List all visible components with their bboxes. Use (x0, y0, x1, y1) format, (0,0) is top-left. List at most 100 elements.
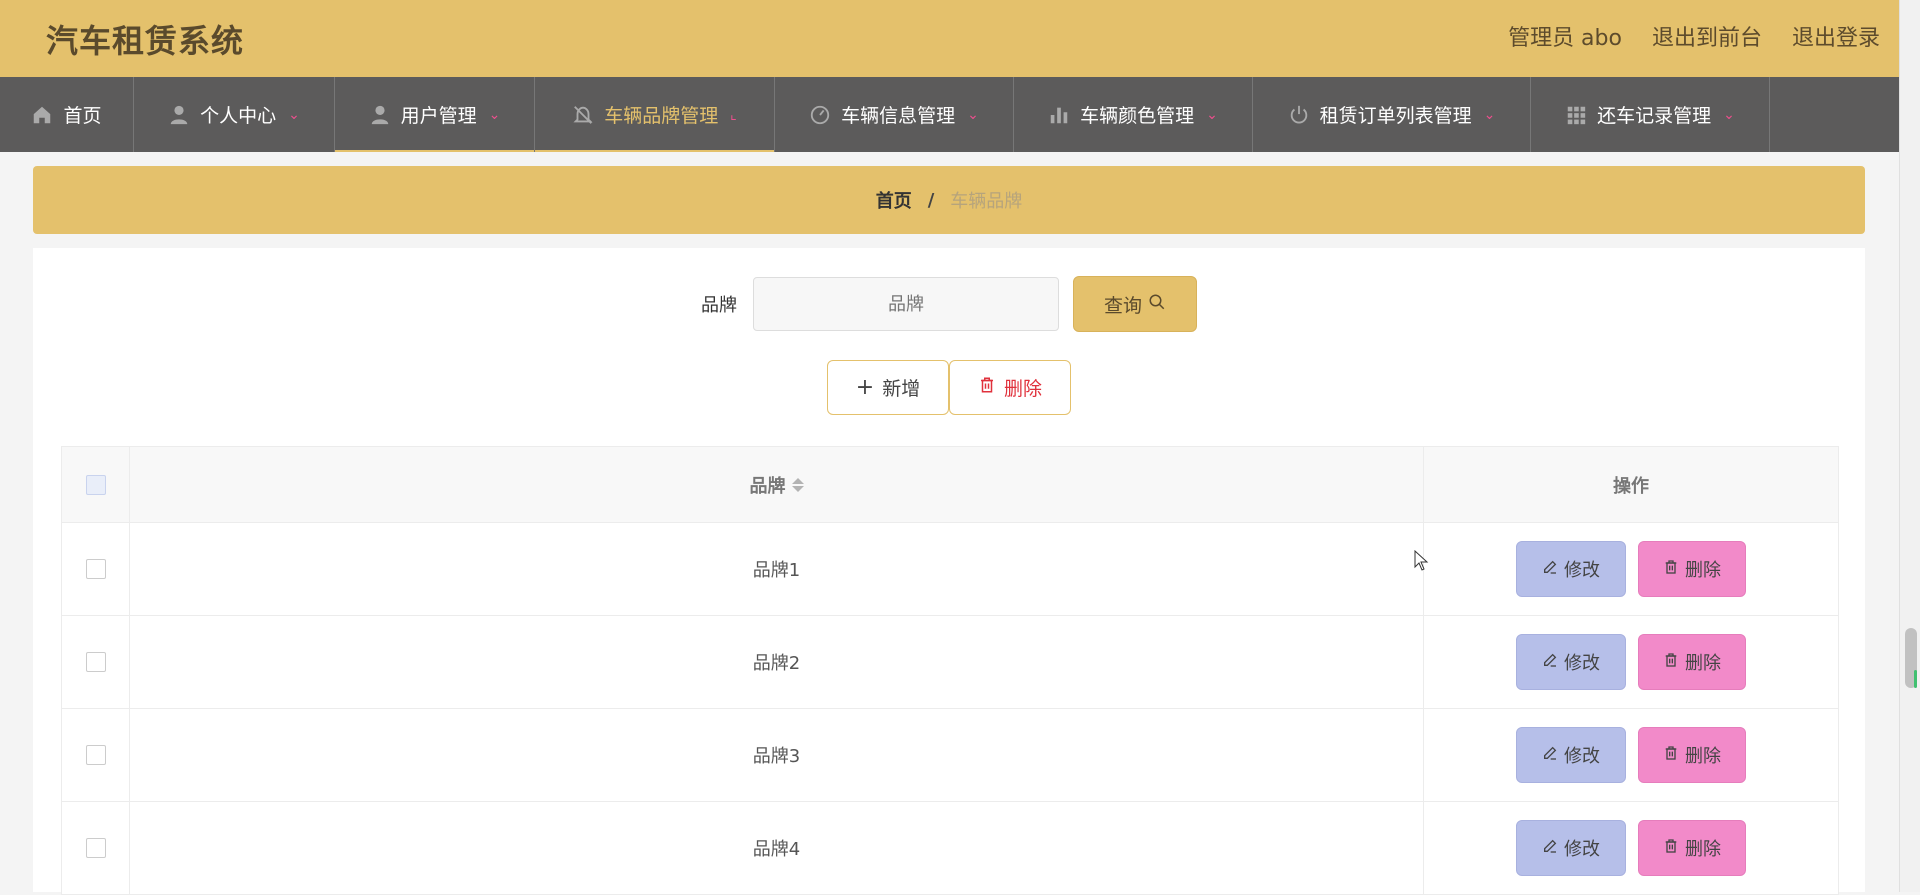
nav-label-vehicle-info: 车辆信息管理 (841, 105, 956, 127)
delete-button[interactable]: 删除 (1638, 541, 1746, 597)
nav-rental-orders[interactable]: 租赁订单列表管理 ⌄ (1253, 77, 1531, 152)
column-header-ops-label: 操作 (1613, 475, 1649, 497)
edit-icon (1542, 559, 1558, 580)
brand-cell: 品牌4 (130, 802, 1424, 894)
nav-label-rental-orders: 租赁订单列表管理 (1319, 105, 1472, 127)
page-scrollbar[interactable] (1899, 0, 1920, 892)
action-row: + 新增 删除 (33, 360, 1865, 415)
search-label: 品牌 (701, 295, 737, 316)
chevron-down-icon: ⌄ (1483, 106, 1496, 123)
bulk-delete-label: 删除 (1003, 378, 1042, 400)
home-icon (31, 104, 53, 126)
breadcrumb-home[interactable]: 首页 (876, 187, 912, 213)
nav-label-vehicle-color: 车辆颜色管理 (1080, 105, 1195, 127)
chevron-down-icon: ⌄ (1723, 106, 1735, 123)
chevron-down-icon: ⌄ (288, 106, 300, 123)
chevron-down-icon: ⌄ (1206, 106, 1218, 123)
nav-vehicle-color[interactable]: 车辆颜色管理 ⌄ (1014, 77, 1253, 152)
search-row: 品牌 查询 (33, 276, 1865, 332)
select-all-cell (62, 447, 130, 522)
delete-label: 删除 (1685, 653, 1721, 674)
to-front-link[interactable]: 退出到前台 (1652, 20, 1762, 52)
table-row: 品牌1 修改 删除 (62, 523, 1838, 616)
row-check-cell (62, 709, 130, 801)
edit-label: 修改 (1564, 560, 1600, 581)
nav-label-personal: 个人中心 (200, 105, 277, 127)
bar-chart-icon (1048, 104, 1070, 126)
delete-label: 删除 (1685, 560, 1721, 581)
plus-icon: + (855, 375, 875, 400)
sort-icon[interactable] (791, 477, 804, 492)
logout-link[interactable]: 退出登录 (1792, 20, 1880, 52)
app-title: 汽车租赁系统 (46, 22, 245, 60)
table-row: 品牌2 修改 删除 (62, 616, 1838, 709)
breadcrumb-separator: / (927, 189, 935, 211)
nav-home[interactable]: 首页 (0, 77, 134, 152)
brand-cell: 品牌1 (130, 523, 1424, 615)
gauge-icon (809, 104, 831, 126)
search-icon (1148, 293, 1166, 316)
row-checkbox[interactable] (85, 559, 106, 579)
top-links: 管理员 abo 退出到前台 退出登录 (1508, 20, 1880, 52)
trash-icon (1663, 652, 1679, 673)
ops-cell: 修改 删除 (1424, 523, 1838, 615)
nav-label-users: 用户管理 (400, 105, 477, 127)
brand-cell: 品牌3 (130, 709, 1424, 801)
grid-icon (1565, 104, 1587, 126)
row-checkbox[interactable] (85, 652, 106, 672)
brand-table: 品牌 操作 品牌1 修改 删除 品牌2 修改 删除 品牌3 修改 删除 品牌4 … (61, 446, 1839, 895)
nav-personal[interactable]: 个人中心 ⌄ (134, 77, 335, 152)
edit-label: 修改 (1564, 746, 1600, 767)
breadcrumb-current: 车辆品牌 (950, 191, 1023, 212)
trash-icon (978, 376, 996, 399)
table-header: 品牌 操作 (62, 447, 1838, 523)
edit-icon (1542, 745, 1558, 766)
nav-label-home: 首页 (63, 105, 102, 127)
edit-icon (1542, 652, 1558, 673)
column-header-brand[interactable]: 品牌 (130, 447, 1424, 522)
bulk-delete-button[interactable]: 删除 (949, 360, 1071, 415)
power-icon (1288, 104, 1310, 126)
nav-label-return-records: 还车记录管理 (1597, 105, 1712, 127)
chevron-down-icon: ⌄ (488, 106, 501, 123)
row-checkbox[interactable] (85, 745, 106, 765)
select-all-checkbox[interactable] (85, 474, 106, 495)
edit-label: 修改 (1564, 839, 1600, 860)
delete-label: 删除 (1685, 746, 1721, 767)
row-checkbox[interactable] (85, 838, 106, 858)
ops-cell: 修改 删除 (1424, 616, 1838, 708)
edit-button[interactable]: 修改 (1516, 634, 1626, 690)
search-input[interactable] (753, 277, 1059, 331)
delete-button[interactable]: 删除 (1638, 634, 1746, 690)
add-button-label: 新增 (882, 378, 921, 400)
trash-icon (1663, 838, 1679, 859)
nav-brand[interactable]: 车辆品牌管理 ⌞ (535, 77, 775, 152)
user-icon (168, 104, 190, 126)
bell-off-icon (572, 104, 594, 126)
delete-button[interactable]: 删除 (1638, 727, 1746, 783)
search-button[interactable]: 查询 (1073, 276, 1197, 332)
delete-button[interactable]: 删除 (1638, 820, 1746, 876)
nav-label-brand: 车辆品牌管理 (604, 105, 719, 127)
edit-button[interactable]: 修改 (1516, 541, 1626, 597)
nav-vehicle-info[interactable]: 车辆信息管理 ⌄ (775, 77, 1014, 152)
content-panel: 品牌 查询 + 新增 删除 品牌 (33, 248, 1865, 895)
nav-users[interactable]: 用户管理 ⌄ (335, 77, 535, 152)
chevron-down-icon: ⌞ (730, 106, 737, 123)
trash-icon (1663, 745, 1679, 766)
row-check-cell (62, 616, 130, 708)
chevron-down-icon: ⌄ (967, 106, 979, 123)
trash-icon (1663, 559, 1679, 580)
search-button-label: 查询 (1103, 294, 1142, 317)
add-button[interactable]: + 新增 (827, 360, 949, 415)
nav-return-records[interactable]: 还车记录管理 ⌄ (1531, 77, 1770, 152)
user-icon (369, 104, 391, 126)
edit-button[interactable]: 修改 (1516, 727, 1626, 783)
table-row: 品牌4 修改 删除 (62, 802, 1838, 895)
breadcrumb: 首页 / 车辆品牌 (33, 166, 1865, 234)
scroll-thumb[interactable] (1905, 628, 1917, 688)
edit-button[interactable]: 修改 (1516, 820, 1626, 876)
table-row: 品牌3 修改 删除 (62, 709, 1838, 802)
admin-label[interactable]: 管理员 abo (1508, 20, 1622, 52)
main-nav: 首页 个人中心 ⌄ 用户管理 ⌄ 车辆品牌管理 ⌞ 车辆信息管理 ⌄ 车辆颜色管… (0, 77, 1900, 152)
